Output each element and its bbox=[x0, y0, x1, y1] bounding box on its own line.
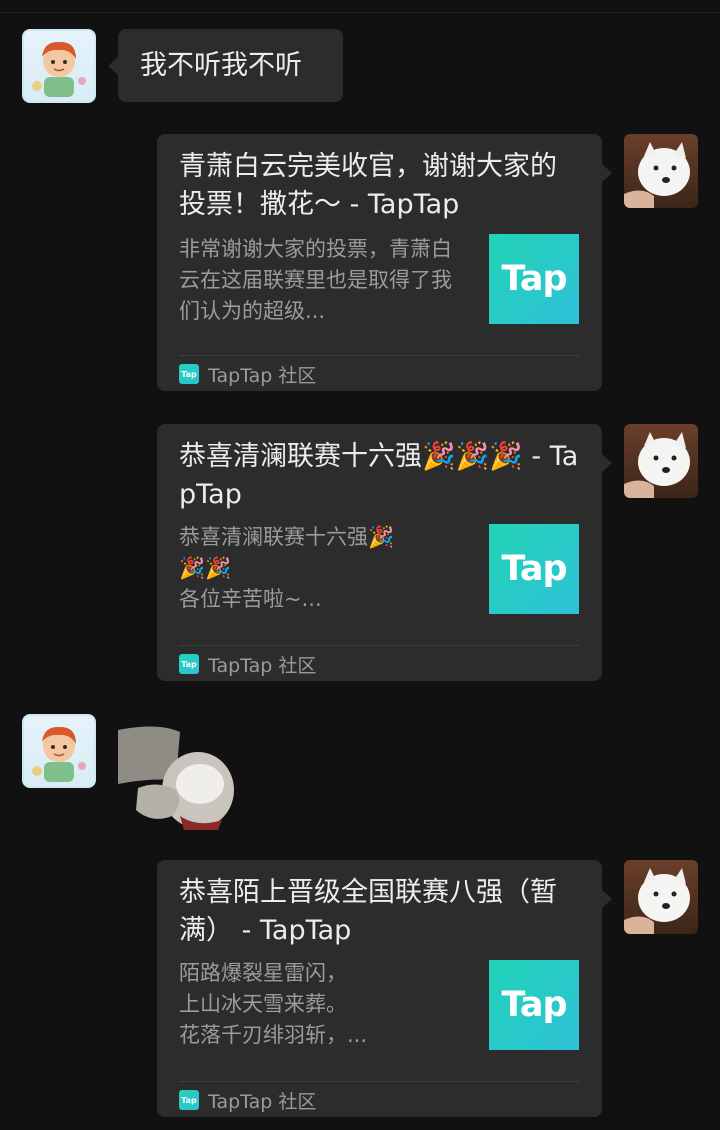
taptap-icon: Tap bbox=[179, 1090, 199, 1110]
card-source: Tap TapTap 社区 bbox=[179, 363, 317, 387]
card-description-line: 上山冰天雪来葬。 bbox=[179, 992, 347, 1016]
card-source-label: TapTap 社区 bbox=[208, 654, 317, 677]
taptap-thumbnail: Tap bbox=[489, 524, 579, 614]
link-card[interactable]: 恭喜陌上晋级全国联赛八强（暂满） - TapTap 陌路爆裂星雷闪， 上山冰天雪… bbox=[157, 860, 612, 1117]
boy-avatar-icon[interactable] bbox=[22, 29, 96, 103]
top-divider bbox=[0, 12, 720, 13]
card-description-line: 恭喜清澜联赛十六强🎉 bbox=[179, 525, 395, 549]
taptap-thumbnail: Tap bbox=[489, 234, 579, 324]
link-card[interactable]: 恭喜清澜联赛十六强🎉🎉🎉 - TapTap 恭喜清澜联赛十六强🎉 🎉🎉 各位辛苦… bbox=[157, 424, 612, 681]
card-source-label: TapTap 社区 bbox=[208, 364, 317, 387]
taptap-icon: Tap bbox=[179, 654, 199, 674]
thumbnail-text: Tap bbox=[501, 985, 567, 1025]
card-description: 恭喜清澜联赛十六强🎉 🎉🎉 各位辛苦啦~... bbox=[179, 522, 459, 615]
card-source-label: TapTap 社区 bbox=[208, 1090, 317, 1113]
taptap-thumbnail: Tap bbox=[489, 960, 579, 1050]
dog-avatar-icon[interactable] bbox=[624, 424, 698, 498]
message-text-bubble[interactable]: 我不听我不听 bbox=[108, 29, 343, 102]
link-card[interactable]: 青萧白云完美收官，谢谢大家的投票！撒花～ - TapTap 非常谢谢大家的投票，… bbox=[157, 134, 612, 391]
boy-avatar-icon[interactable] bbox=[22, 714, 96, 788]
card-divider bbox=[179, 645, 580, 646]
card-source: Tap TapTap 社区 bbox=[179, 1089, 317, 1113]
dog-avatar-icon[interactable] bbox=[624, 860, 698, 934]
card-description-line: 陌路爆裂星雷闪， bbox=[179, 961, 347, 985]
card-divider bbox=[179, 355, 580, 356]
hand-squeezing-sticker[interactable] bbox=[118, 724, 236, 832]
card-source: Tap TapTap 社区 bbox=[179, 653, 317, 677]
card-title: 恭喜陌上晋级全国联赛八强（暂满） - TapTap bbox=[179, 877, 557, 946]
message-text: 我不听我不听 bbox=[140, 50, 302, 81]
card-description: 陌路爆裂星雷闪， 上山冰天雪来葬。 花落千刃绯羽斩，... bbox=[179, 958, 459, 1051]
card-description: 非常谢谢大家的投票，青萧白云在这届联赛里也是取得了我们认为的超级... bbox=[179, 237, 452, 323]
card-description-line: 🎉🎉 bbox=[179, 556, 232, 580]
thumbnail-text: Tap bbox=[501, 259, 567, 299]
card-description-line: 花落千刃绯羽斩，... bbox=[179, 1023, 368, 1047]
taptap-icon: Tap bbox=[179, 364, 199, 384]
dog-avatar-icon[interactable] bbox=[624, 134, 698, 208]
card-title: 恭喜清澜联赛十六强🎉🎉🎉 - TapTap bbox=[179, 441, 579, 510]
card-divider bbox=[179, 1081, 580, 1082]
card-title: 青萧白云完美收官，谢谢大家的投票！撒花～ - TapTap bbox=[179, 151, 557, 220]
card-description-line: 各位辛苦啦~... bbox=[179, 587, 322, 611]
thumbnail-text: Tap bbox=[501, 549, 567, 589]
